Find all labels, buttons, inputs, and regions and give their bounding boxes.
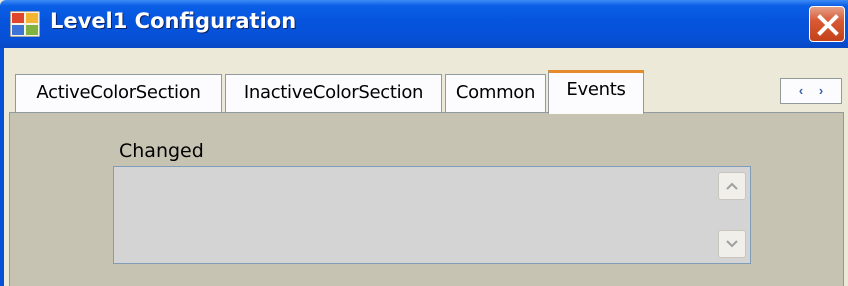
scroll-up-button[interactable] xyxy=(718,172,746,200)
close-icon xyxy=(817,14,839,36)
close-button[interactable] xyxy=(809,6,845,42)
changed-event-textbox[interactable] xyxy=(113,166,751,264)
tab-scroll-left-button[interactable]: ‹ xyxy=(799,83,803,98)
tab-label: Common xyxy=(455,82,536,103)
tab-active-color-section[interactable]: ActiveColorSection xyxy=(15,74,222,112)
chevron-up-icon xyxy=(726,182,738,190)
tab-scroll-right-button[interactable]: › xyxy=(819,83,823,98)
chevron-down-icon xyxy=(726,240,738,248)
tab-inactive-color-section[interactable]: InactiveColorSection xyxy=(225,74,442,112)
title-bar[interactable]: Level1 Configuration xyxy=(0,0,848,48)
tab-label: ActiveColorSection xyxy=(36,82,201,103)
tab-common[interactable]: Common xyxy=(445,74,546,112)
configuration-window: Level1 Configuration ActiveColorSection … xyxy=(0,0,848,286)
app-window-icon xyxy=(10,11,40,37)
scroll-down-button[interactable] xyxy=(718,230,746,258)
tab-label: InactiveColorSection xyxy=(243,82,424,103)
window-left-border xyxy=(0,48,4,286)
tab-label: Events xyxy=(566,79,626,100)
window-title: Level1 Configuration xyxy=(50,9,297,33)
tab-events[interactable]: Events xyxy=(548,70,644,114)
tab-scroll-buttons: ‹ › xyxy=(780,78,842,104)
changed-label: Changed xyxy=(119,140,204,162)
